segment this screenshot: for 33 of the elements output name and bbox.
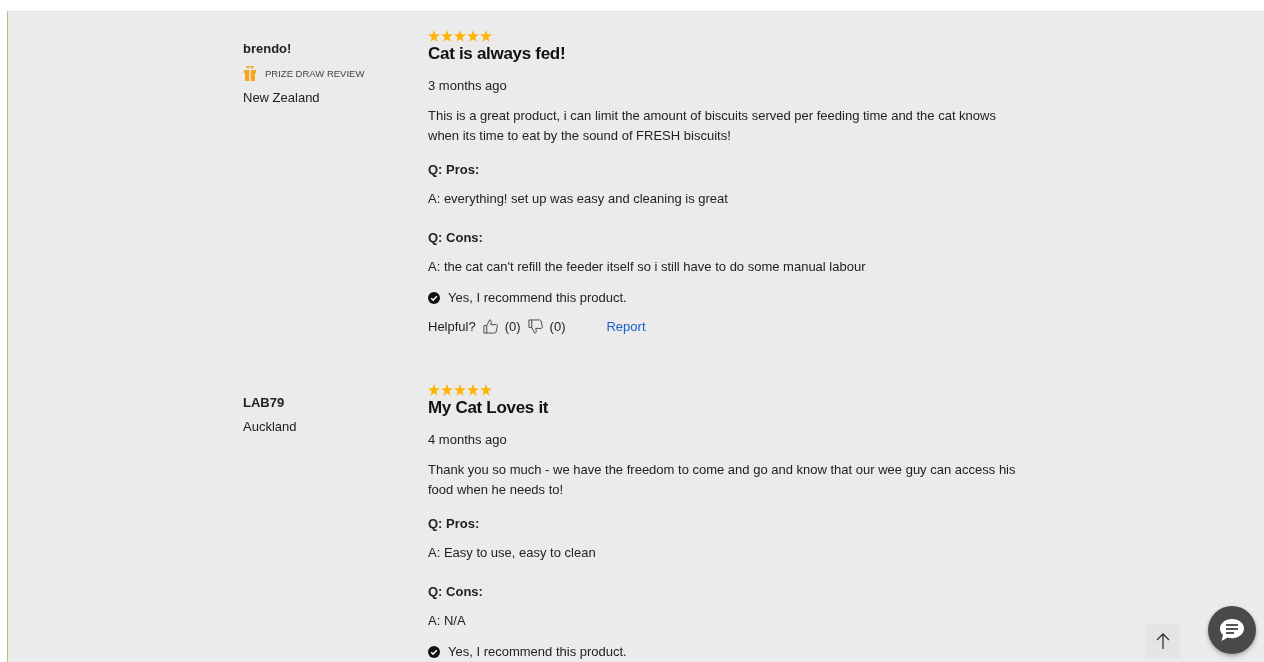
check-circle-icon [428, 645, 440, 658]
answer-text: A: everything! set up was easy and cleaning is great [428, 191, 728, 206]
answer-text: A: the cat can't refill the feeder itself so i still have to do some manual labour [428, 259, 866, 274]
thumbs-up-icon[interactable] [482, 319, 498, 334]
check-circle-icon [428, 291, 440, 304]
recommend-text: Yes, I recommend this product. [448, 644, 627, 659]
thumbs-down-icon[interactable] [527, 319, 543, 334]
review-title: My Cat Loves it [428, 398, 549, 418]
unhelpful-count: (0) [549, 319, 566, 334]
answer-text: A: Easy to use, easy to clean [428, 545, 596, 560]
review-title: Cat is always fed! [428, 44, 566, 64]
question-label: Q: Cons: [428, 230, 483, 245]
reviewer-name: LAB79 [243, 395, 286, 410]
recommend-text: Yes, I recommend this product. [448, 290, 627, 305]
chat-bubble-icon [1219, 618, 1245, 642]
reviewer-name: brendo! [243, 41, 293, 56]
question-label: Q: Pros: [428, 516, 480, 531]
review-text: This is a great product, i can limit the amount of biscuits served per feeding time and the cat knows when its time to eat by the sound of FRESH biscuits! [428, 107, 997, 145]
question-label: Q: Pros: [428, 162, 480, 177]
helpful-label: Helpful? [428, 319, 476, 334]
review-text: Thank you so much - we have the freedom to come and go and know that our wee guy can access his food when he needs to! [428, 461, 1017, 499]
gift-icon [243, 65, 257, 81]
review-date: 4 months ago [428, 432, 507, 447]
helpful-count: (0) [504, 319, 521, 334]
report-link[interactable]: Report [606, 319, 646, 334]
back-to-top-button[interactable] [1146, 624, 1180, 658]
answer-text: A: N/A [428, 613, 466, 628]
prize-draw-label: PRIZE DRAW REVIEW [265, 67, 365, 79]
review-date: 3 months ago [428, 78, 507, 93]
reviewer-location: New Zealand [243, 90, 321, 105]
question-label: Q: Cons: [428, 584, 483, 599]
reviewer-location: Auckland [243, 419, 298, 434]
up-arrow-icon [1156, 632, 1170, 650]
